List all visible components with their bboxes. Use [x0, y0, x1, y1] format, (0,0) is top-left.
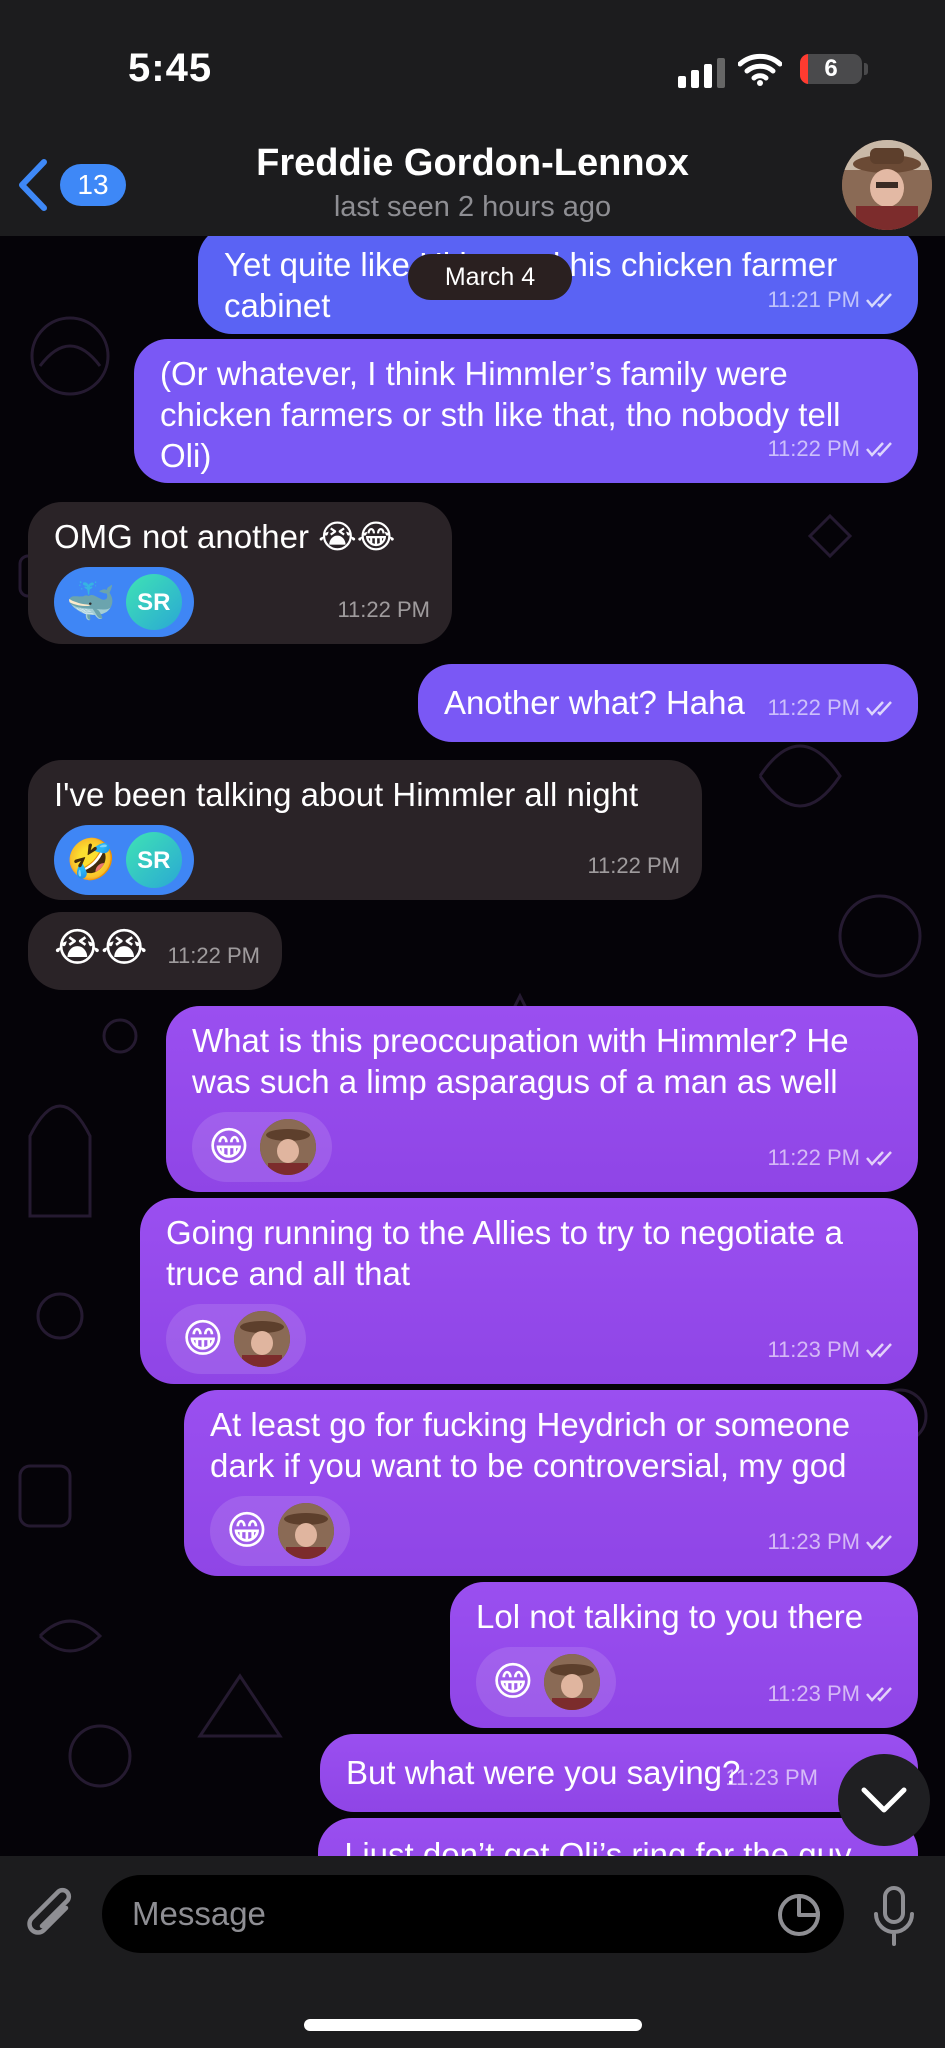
message-reactions[interactable]: 😁	[210, 1496, 350, 1566]
message-time: 11:22 PM	[767, 695, 860, 720]
message-bubble-outgoing[interactable]: At least go for fucking Heydrich or some…	[184, 1390, 918, 1576]
message-text: Lol not talking to you there	[476, 1598, 864, 1635]
double-check-icon	[866, 1150, 892, 1166]
message-meta: 11:23 PM	[725, 1757, 818, 1798]
message-list[interactable]: March 4 Yet quite like Hitler and his ch…	[0, 236, 945, 1856]
reactor-avatar	[543, 1654, 600, 1710]
message-text: Another what? Haha	[444, 684, 745, 721]
message-time: 11:23 PM	[767, 1529, 860, 1554]
wifi-icon	[738, 53, 782, 86]
message-reactions[interactable]: 🐳 SR	[54, 567, 194, 637]
message-meta: 11:22 PM	[167, 935, 260, 976]
double-check-icon	[866, 1686, 892, 1702]
message-meta: 11:23 PM	[767, 1673, 896, 1714]
scroll-to-bottom-button[interactable]	[838, 1754, 930, 1846]
reactor-avatar: SR	[125, 832, 182, 888]
message-time: 11:22 PM	[587, 853, 680, 878]
reaction-emoji: 😁	[492, 1659, 534, 1705]
battery-icon: 6	[800, 54, 862, 84]
message-input[interactable]: Message	[102, 1875, 844, 1953]
reactor-avatar	[259, 1119, 316, 1175]
message-time: 11:22 PM	[337, 597, 430, 622]
message-text: (Or whatever, I think Himmler’s family w…	[160, 355, 841, 474]
double-check-icon	[866, 700, 892, 716]
message-text: What is this preoccupation with Himmler?…	[192, 1022, 849, 1100]
battery-cap	[864, 63, 868, 75]
message-bubble-outgoing[interactable]: I just don’t get Oli’s ring for the guy	[318, 1818, 918, 1856]
message-meta: 11:23 PM	[767, 1329, 896, 1370]
message-meta: 11:23 PM	[767, 1521, 896, 1562]
message-reactions[interactable]: 😁	[476, 1647, 616, 1717]
message-text: Going running to the Allies to try to ne…	[166, 1214, 843, 1292]
message-time: 11:21 PM	[767, 287, 860, 312]
message-time: 11:22 PM	[767, 436, 860, 461]
last-seen-status: last seen 2 hours ago	[333, 191, 612, 223]
reaction-emoji: 😁	[182, 1316, 224, 1362]
message-time: 11:22 PM	[767, 1145, 860, 1170]
message-reactions[interactable]: 🤣 SR	[54, 825, 194, 895]
status-time: 5:45	[128, 46, 213, 90]
message-meta: 11:22 PM	[337, 589, 430, 630]
reaction-emoji: 😁	[208, 1124, 250, 1170]
message-text: I've been talking about Himmler all nigh…	[54, 776, 639, 813]
message-time: 11:23 PM	[767, 1337, 860, 1362]
message-bubble-outgoing[interactable]: What is this preoccupation with Himmler?…	[166, 1006, 918, 1192]
reaction-emoji: 🤣	[66, 837, 116, 883]
message-bubble-outgoing[interactable]: But what were you saying? 11:23 PM	[320, 1734, 918, 1812]
double-check-icon	[866, 441, 892, 457]
reactor-avatar: SR	[125, 574, 182, 630]
reactor-avatar	[233, 1311, 290, 1367]
chevron-down-icon	[861, 1787, 907, 1813]
message-bubble-incoming[interactable]: I've been talking about Himmler all nigh…	[28, 760, 702, 900]
message-time: 11:23 PM	[725, 1765, 818, 1790]
message-meta: 11:22 PM	[767, 428, 896, 469]
message-text: OMG not another 😭😂	[54, 518, 396, 555]
message-reactions[interactable]: 😁	[192, 1112, 332, 1182]
message-bubble-incoming[interactable]: 😭😭 11:22 PM	[28, 912, 282, 990]
battery-level: 6	[824, 55, 838, 82]
home-indicator	[304, 2019, 642, 2031]
double-check-icon	[866, 292, 892, 308]
message-meta: 11:21 PM	[767, 279, 896, 320]
chat-header: 5:45 6 13 Freddie Gordon-Lennox last see…	[0, 0, 945, 236]
reactor-avatar	[277, 1503, 334, 1559]
message-reactions[interactable]: 😁	[166, 1304, 306, 1374]
double-check-icon	[866, 1342, 892, 1358]
message-text: But what were you saying?	[346, 1754, 741, 1791]
message-meta: 11:22 PM	[767, 1137, 896, 1178]
message-text: At least go for fucking Heydrich or some…	[210, 1406, 851, 1484]
contact-name[interactable]: Freddie Gordon-Lennox	[0, 142, 945, 185]
message-bubble-outgoing[interactable]: Another what? Haha 11:22 PM	[418, 664, 918, 742]
date-separator: March 4	[408, 254, 572, 300]
cellular-signal-icon	[678, 58, 725, 88]
reaction-emoji: 😁	[226, 1508, 268, 1554]
message-bubble-outgoing[interactable]: (Or whatever, I think Himmler’s family w…	[134, 339, 918, 483]
composer-bar: Message	[0, 1856, 945, 2048]
message-input-placeholder: Message	[132, 1895, 266, 1932]
paperclip-icon[interactable]	[24, 1886, 80, 1946]
contact-avatar[interactable]	[842, 140, 932, 230]
reaction-emoji: 🐳	[66, 579, 116, 625]
message-bubble-outgoing[interactable]: Going running to the Allies to try to ne…	[140, 1198, 918, 1384]
message-time: 11:22 PM	[167, 943, 260, 968]
message-bubble-incoming[interactable]: OMG not another 😭😂 🐳 SR 11:22 PM	[28, 502, 452, 644]
message-bubble-outgoing[interactable]: Lol not talking to you there 😁 11:23 PM	[450, 1582, 918, 1728]
microphone-icon[interactable]	[870, 1884, 918, 1948]
double-check-icon	[866, 1534, 892, 1550]
message-text: 😭😭	[54, 925, 148, 971]
sticker-icon[interactable]	[776, 1892, 822, 1938]
message-meta: 11:22 PM	[587, 845, 680, 886]
message-meta: 11:22 PM	[767, 687, 896, 728]
message-text: I just don’t get Oli’s ring for the guy	[344, 1836, 852, 1856]
message-time: 11:23 PM	[767, 1681, 860, 1706]
